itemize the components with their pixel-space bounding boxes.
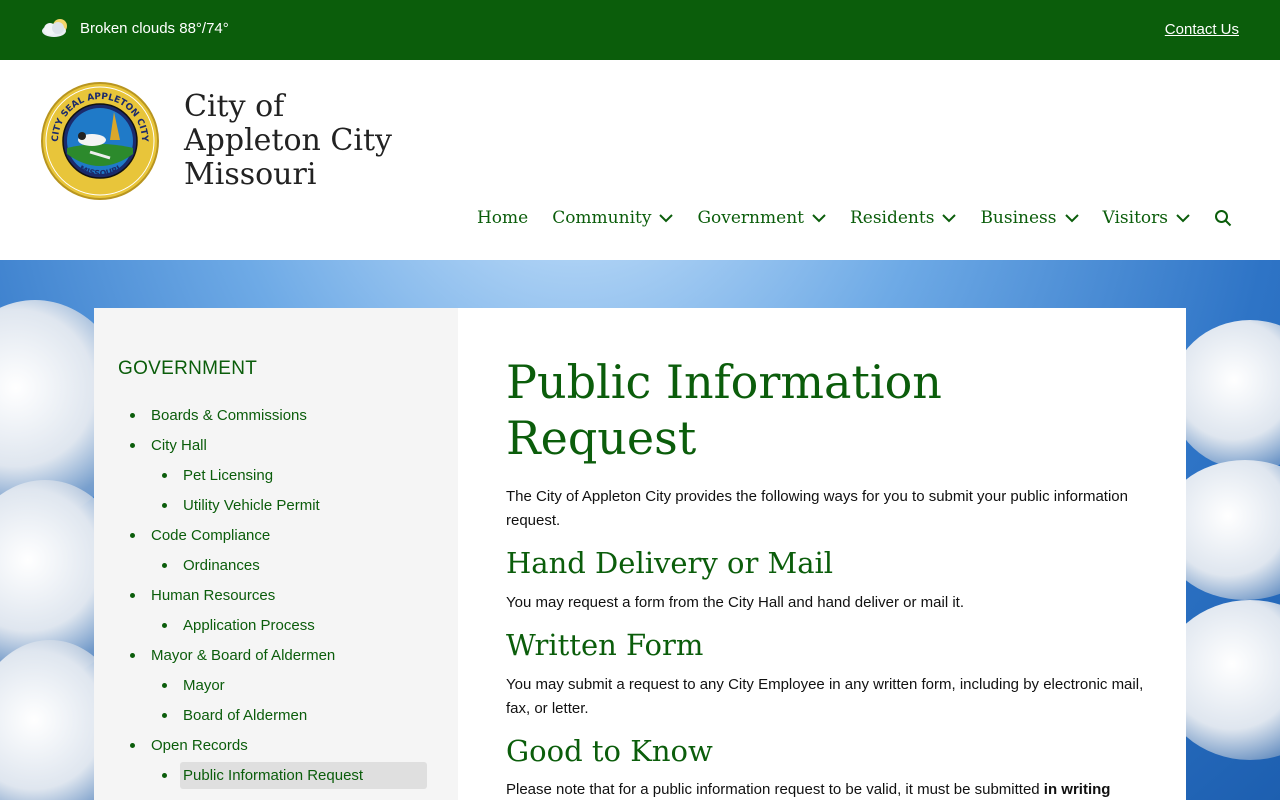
chevron-down-icon[interactable] [942,213,957,223]
main-content: Public Information Request The City of A… [506,308,1146,800]
nav-item-label: Visitors [1102,208,1169,228]
sidebar-item-label: Mayor & Board of Aldermen [151,646,336,664]
nav-item-label: Government [697,208,804,228]
sidebar-item-label: Pet Licensing [183,466,274,484]
chevron-down-icon[interactable] [659,213,674,223]
sidebar-item-mayor-board-of-aldermen[interactable]: Mayor & Board of Aldermen [130,640,450,670]
content-card: GOVERNMENT Boards & Commissions City Hal… [94,308,1186,800]
sidebar-item-boards-commissions[interactable]: Boards & Commissions [130,400,450,430]
section-heading-good-to-know: Good to Know [506,734,713,768]
sidebar: GOVERNMENT Boards & Commissions City Hal… [94,308,458,800]
sidebar-heading[interactable]: GOVERNMENT [118,358,257,380]
nav-item-visitors[interactable]: Visitors [1103,208,1191,228]
section-heading-hand-delivery: Hand Delivery or Mail [506,546,834,580]
sidebar-item-pet-licensing[interactable]: Pet Licensing [130,460,450,490]
sidebar-item-public-information-request[interactable]: Public Information Request [130,760,450,790]
sidebar-item-label: Board of Aldermen [183,706,308,724]
top-bar: Broken clouds 88°/74° Contact Us [0,0,1280,60]
sidebar-item-ordinances[interactable]: Ordinances [130,550,450,580]
sidebar-item-mayor[interactable]: Mayor [130,670,450,700]
sidebar-item-application-process[interactable]: Application Process [130,610,450,640]
search-icon[interactable] [1214,209,1232,227]
hand-delivery-paragraph: You may request a form from the City Hal… [506,594,964,611]
nav-item-government[interactable]: Government [697,208,826,228]
sidebar-item-label: Mayor [183,676,225,694]
written-form-paragraph: You may submit a request to any City Emp… [506,676,1144,717]
sidebar-item-label: Ordinances [183,556,260,574]
sidebar-item-utility-vehicle-permit[interactable]: Utility Vehicle Permit [130,490,450,520]
sidebar-item-label: Utility Vehicle Permit [183,496,320,514]
nav-item-label: Community [552,208,652,228]
sidebar-item-label: Application Process [183,616,315,634]
page-title-line: Request [506,411,697,465]
good-to-know-emphasis: in writing [1043,781,1111,798]
sidebar-item-label: Public Information Request [180,761,428,789]
cloud-sun-icon [40,18,72,38]
site-title-line: City of [184,89,285,124]
chevron-down-icon[interactable] [1176,213,1190,223]
city-seal-logo[interactable]: CITY SEAL APPLETON CITY MISSOURI [40,82,160,200]
good-to-know-text: Please note that for a public informatio… [506,781,1044,798]
sidebar-item-label: Code Compliance [151,526,271,544]
sidebar-item-board-of-aldermen[interactable]: Board of Aldermen [130,700,450,730]
contact-us-link[interactable]: Contact Us [1165,21,1239,38]
sidebar-item-city-hall[interactable]: City Hall [130,430,450,460]
site-title-line: Missouri [184,157,317,192]
chevron-down-icon[interactable] [812,213,826,223]
nav-item-community[interactable]: Community [552,208,674,228]
section-heading-written-form: Written Form [506,628,704,662]
site-header: CITY SEAL APPLETON CITY MISSOURI City of… [0,60,1280,260]
nav-item-label: Business [980,208,1057,228]
nav-item-home[interactable]: Home [477,208,528,228]
weather-text: Broken clouds 88°/74° [80,19,229,37]
site-title-line: Appleton City [184,123,392,158]
main-nav: Home Community Government Residents Busi… [477,208,1232,228]
sidebar-item-label: City Hall [151,436,207,454]
site-title[interactable]: City of Appleton City Missouri [184,90,392,192]
weather-widget: Broken clouds 88°/74° [40,18,229,38]
sidebar-menu: Boards & Commissions City Hall Pet Licen… [130,400,450,790]
page-title-line: Public Information [506,355,942,409]
good-to-know-paragraph: Please note that for a public informatio… [506,778,1146,800]
nav-item-business[interactable]: Business [980,208,1079,228]
sidebar-item-open-records[interactable]: Open Records [130,730,450,760]
cloud-image [1170,320,1280,470]
sidebar-item-label: Open Records [151,736,248,754]
sidebar-item-label: Human Resources [151,586,276,604]
intro-paragraph: The City of Appleton City provides the f… [506,488,1128,529]
sidebar-item-label: Boards & Commissions [151,406,307,424]
page-title: Public Information Request [506,354,1146,466]
sidebar-item-human-resources[interactable]: Human Resources [130,580,450,610]
nav-item-label: Residents [849,208,935,228]
nav-item-label: Home [476,208,529,228]
chevron-down-icon[interactable] [1064,213,1079,223]
sidebar-item-code-compliance[interactable]: Code Compliance [130,520,450,550]
nav-item-residents[interactable]: Residents [849,208,957,228]
